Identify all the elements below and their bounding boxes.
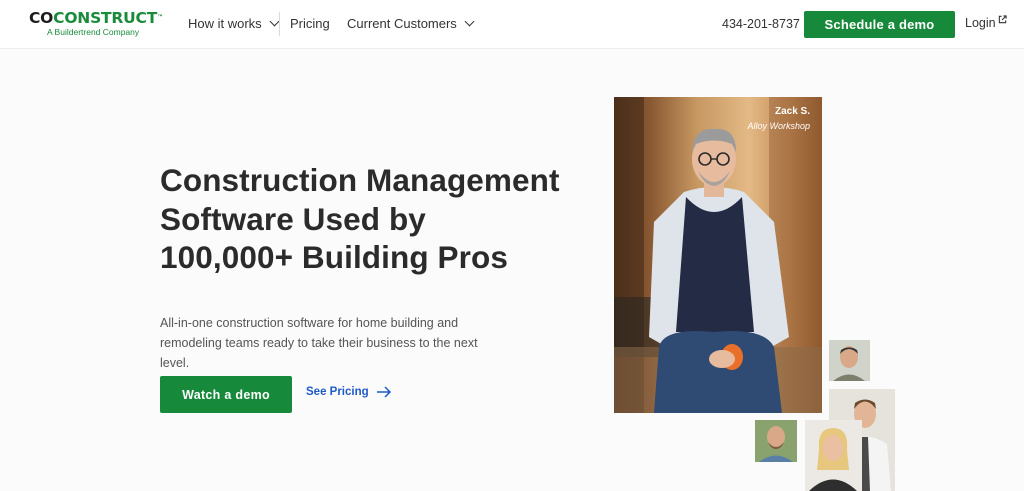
subtext-line-1: All-in-one construction software for hom…: [160, 316, 459, 330]
chevron-down-icon: [269, 16, 280, 27]
login-link[interactable]: Login: [965, 15, 1007, 30]
see-pricing-link[interactable]: See Pricing: [306, 386, 392, 398]
nav-current-customers[interactable]: Current Customers: [347, 16, 475, 31]
customer-portrait-illustration: [614, 97, 822, 413]
top-navigation: COCONSTRUCT™ A Buildertrend Company How …: [0, 0, 1024, 49]
testimonial-caption: Zack S. Alloy Workshop: [747, 105, 810, 133]
external-link-icon: [998, 15, 1007, 24]
testimonial-name: Zack S.: [774, 106, 810, 117]
customer-thumbnail-1: [829, 340, 870, 381]
nav-how-it-works[interactable]: How it works: [188, 16, 280, 31]
login-label: Login: [965, 16, 996, 30]
customer-thumbnail-4: [805, 420, 862, 491]
subtext-line-2: remodeling teams ready to take their bus…: [160, 336, 478, 370]
customer-avatar-illustration: [805, 420, 862, 491]
nav-current-customers-label: Current Customers: [347, 16, 457, 31]
schedule-demo-button[interactable]: Schedule a demo: [804, 11, 955, 38]
nav-divider: [279, 12, 280, 36]
nav-pricing[interactable]: Pricing: [290, 16, 330, 31]
see-pricing-label: See Pricing: [306, 386, 369, 398]
testimonial-company: Alloy Workshop: [747, 121, 810, 131]
headline-line-3: 100,000+ Building Pros: [160, 239, 508, 275]
customer-thumbnail-3: [755, 420, 797, 462]
headline-line-2: Software Used by: [160, 200, 426, 237]
watch-demo-button[interactable]: Watch a demo: [160, 376, 292, 413]
arrow-right-icon: [376, 386, 391, 398]
hero-headline: Construction Management Software Used by…: [160, 161, 600, 277]
customer-avatar-illustration: [755, 420, 797, 462]
headline-line-1: Construction Management: [160, 162, 560, 198]
phone-number-link[interactable]: 434-201-8737: [722, 17, 800, 31]
logo-wordmark: COCONSTRUCT™: [29, 9, 163, 27]
hero-subtext: All-in-one construction software for hom…: [160, 313, 480, 373]
coconstruct-logo[interactable]: COCONSTRUCT™ A Buildertrend Company: [29, 9, 163, 37]
customer-avatar-illustration: [829, 340, 870, 381]
nav-how-it-works-label: How it works: [188, 16, 262, 31]
nav-pricing-label: Pricing: [290, 16, 330, 31]
logo-tagline: A Buildertrend Company: [47, 27, 140, 37]
chevron-down-icon: [464, 16, 475, 27]
testimonial-photo: Zack S. Alloy Workshop: [614, 97, 822, 413]
